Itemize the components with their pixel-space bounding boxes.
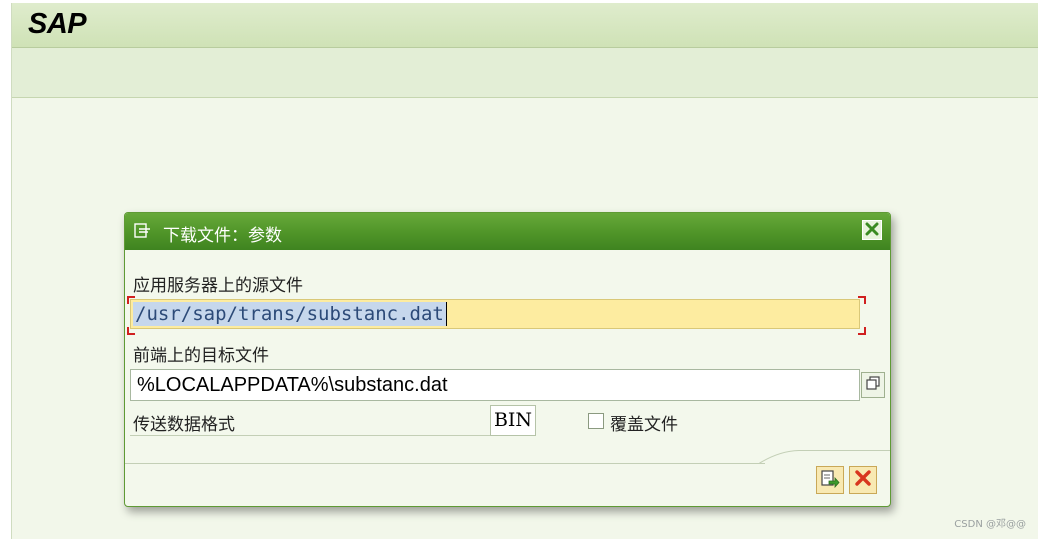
- cancel-button[interactable]: [849, 466, 877, 494]
- overwrite-checkbox[interactable]: [588, 413, 604, 429]
- application-toolbar: [12, 48, 1038, 98]
- sap-logo: SAP: [28, 8, 87, 40]
- dialog-header: 下载文件：参数: [125, 213, 890, 250]
- close-icon: [865, 221, 879, 240]
- close-button[interactable]: [862, 220, 882, 240]
- source-file-input[interactable]: /usr/sap/trans/substanc.dat: [130, 299, 860, 329]
- dialog-title: 下载文件：参数: [163, 226, 282, 246]
- browse-icon: [865, 375, 881, 395]
- format-label: 传送数据格式: [133, 415, 235, 435]
- format-input[interactable]: BIN: [490, 405, 536, 436]
- target-file-input[interactable]: %LOCALAPPDATA%\substanc.dat: [130, 369, 860, 401]
- source-file-label: 应用服务器上的源文件: [133, 276, 303, 296]
- target-file-label: 前端上的目标文件: [133, 346, 269, 366]
- footer-curve: [759, 450, 890, 464]
- source-file-value: /usr/sap/trans/substanc.dat: [133, 302, 447, 326]
- title-bar: SAP: [12, 3, 1038, 48]
- confirm-button[interactable]: [816, 466, 844, 494]
- format-underline: [130, 435, 490, 436]
- watermark: CSDN @邓@@: [954, 519, 1026, 530]
- cancel-icon: [855, 470, 871, 490]
- download-dialog: 下载文件：参数 应用服务器上的源文件 /usr/sap/trans/substa…: [124, 212, 891, 507]
- overwrite-label: 覆盖文件: [610, 415, 678, 435]
- footer-divider: [125, 463, 765, 464]
- browse-button[interactable]: [861, 372, 885, 398]
- download-icon: [820, 468, 840, 492]
- dialog-icon: [134, 223, 152, 239]
